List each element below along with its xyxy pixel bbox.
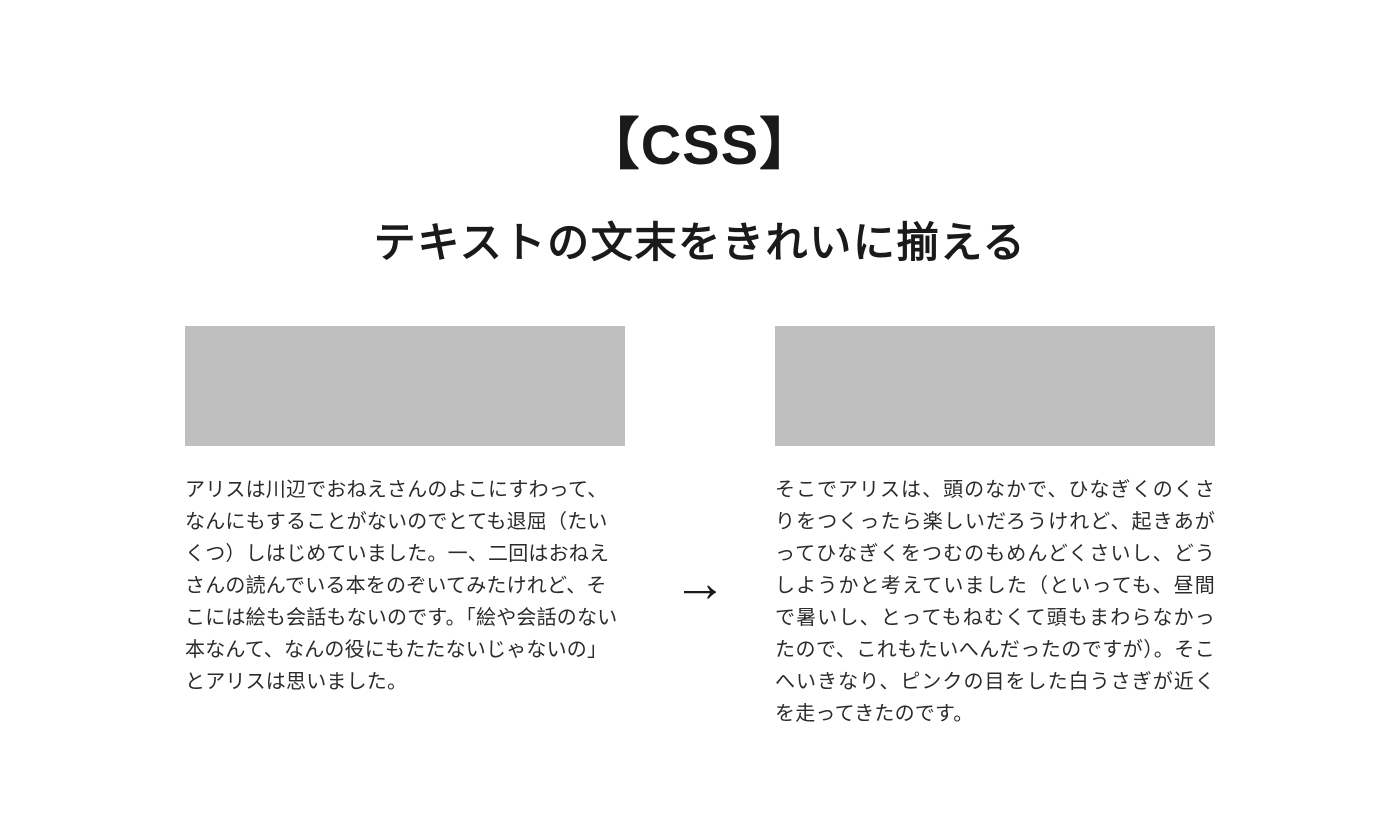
page-subtitle: テキストの文末をきれいに揃える bbox=[0, 209, 1400, 270]
page-title: 【CSS】 bbox=[0, 100, 1400, 181]
arrow-icon: → bbox=[673, 556, 727, 610]
left-paragraph: アリスは川辺でおねえさんのよこにすわって、なんにもすることがないのでとても退屈（… bbox=[185, 474, 625, 698]
right-paragraph: そこでアリスは、頭のなかで、ひなぎくのくさりをつくったら楽しいだろうけれど、起き… bbox=[775, 474, 1215, 730]
left-column: アリスは川辺でおねえさんのよこにすわって、なんにもすることがないのでとても退屈（… bbox=[185, 326, 625, 698]
comparison-columns: アリスは川辺でおねえさんのよこにすわって、なんにもすることがないのでとても退屈（… bbox=[0, 326, 1400, 730]
right-column: そこでアリスは、頭のなかで、ひなぎくのくさりをつくったら楽しいだろうけれど、起き… bbox=[775, 326, 1215, 730]
image-placeholder-right bbox=[775, 326, 1215, 446]
image-placeholder-left bbox=[185, 326, 625, 446]
